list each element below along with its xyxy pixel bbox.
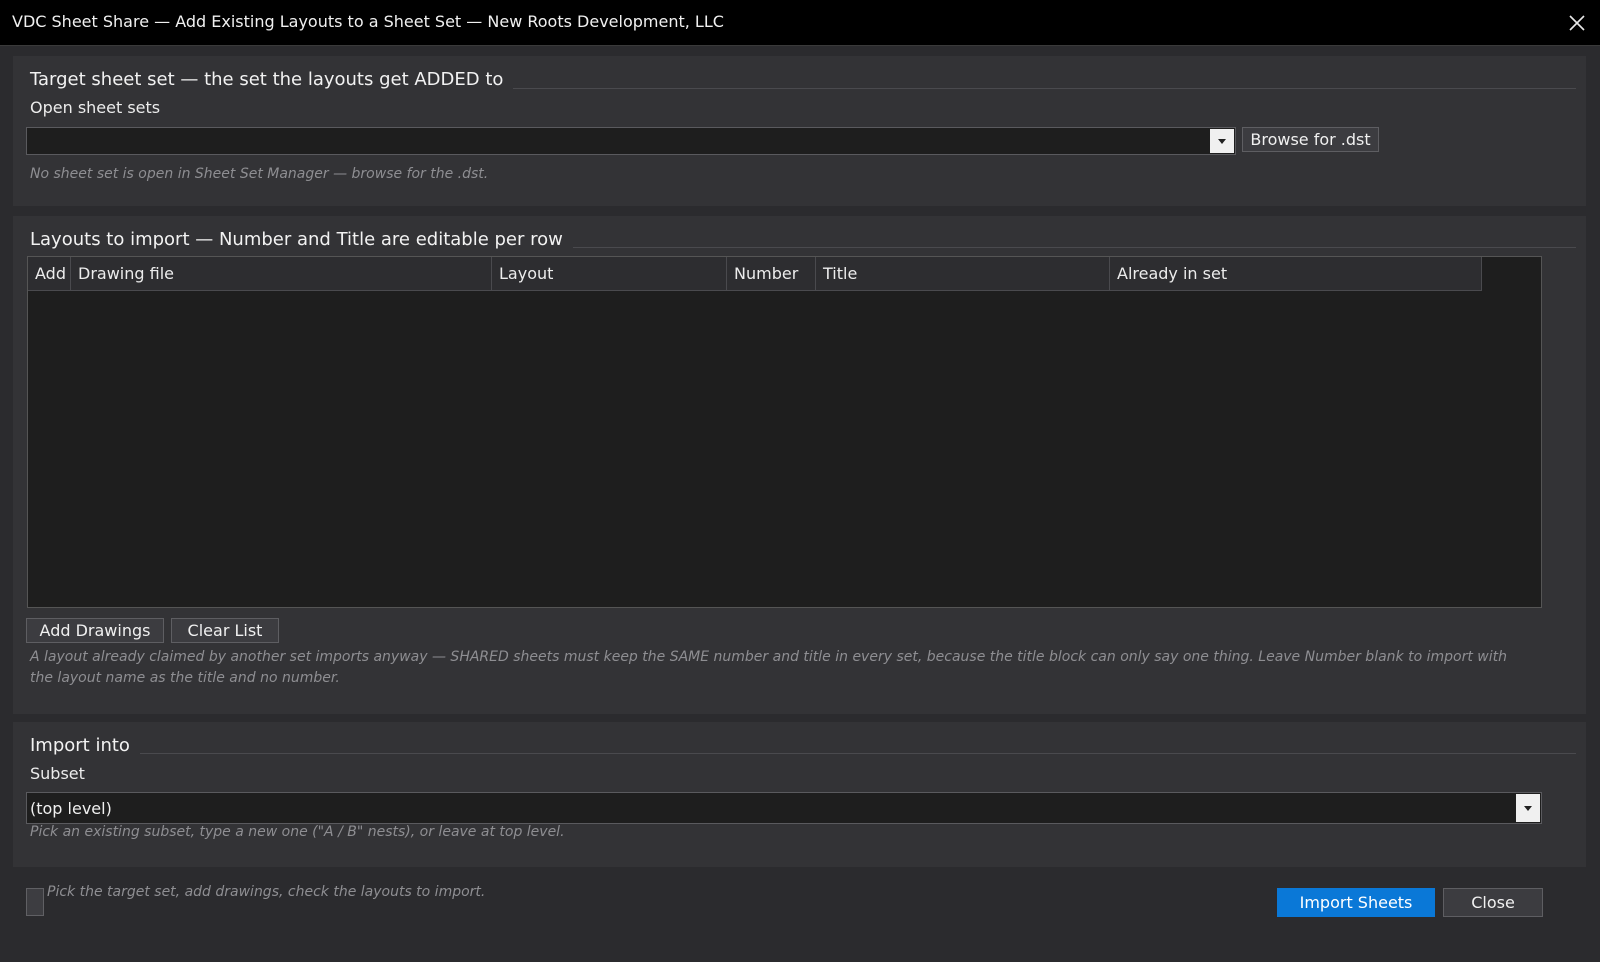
open-sheet-sets-dropdown-button[interactable]: [1210, 129, 1234, 153]
target-section-title: Target sheet set — the set the layouts g…: [30, 69, 514, 90]
add-drawings-button[interactable]: Add Drawings: [26, 618, 164, 643]
subset-dropdown-button[interactable]: [1516, 794, 1540, 822]
import-sheets-button[interactable]: Import Sheets: [1277, 888, 1435, 917]
layouts-grid[interactable]: Add Drawing file Layout Number Title Alr…: [27, 256, 1542, 608]
close-icon: [1569, 14, 1585, 31]
layouts-hint: A layout already claimed by another set …: [30, 649, 1507, 686]
layouts-panel: Layouts to import — Number and Title are…: [13, 216, 1586, 714]
layouts-grid-header: Add Drawing file Layout Number Title Alr…: [28, 257, 1482, 291]
target-sheet-set-panel: Target sheet set — the set the layouts g…: [13, 56, 1586, 206]
section-divider: [563, 247, 1576, 248]
column-header-drawing-file[interactable]: Drawing file: [71, 257, 492, 290]
title-bar: VDC Sheet Share — Add Existing Layouts t…: [0, 0, 1600, 46]
status-text: Pick the target set, add drawings, check…: [47, 884, 486, 900]
window-close-button[interactable]: [1554, 0, 1600, 45]
subset-hint: Pick an existing subset, type a new one …: [30, 824, 565, 840]
open-sheet-sets-combo[interactable]: [26, 127, 1236, 155]
subset-label: Subset: [30, 764, 85, 783]
section-divider: [138, 753, 1576, 754]
column-header-number[interactable]: Number: [727, 257, 816, 290]
column-header-layout[interactable]: Layout: [492, 257, 727, 290]
target-hint: No sheet set is open in Sheet Set Manage…: [30, 166, 489, 182]
column-header-already-in-set[interactable]: Already in set: [1110, 257, 1482, 290]
open-sheet-sets-label: Open sheet sets: [30, 98, 161, 117]
layouts-section-title: Layouts to import — Number and Title are…: [30, 229, 573, 250]
subset-combo[interactable]: (top level): [26, 792, 1542, 824]
import-into-section-title: Import into: [30, 735, 140, 756]
chevron-down-icon: [1524, 805, 1532, 811]
import-into-panel: Import into Subset (top level) Pick an e…: [13, 722, 1586, 867]
chevron-down-icon: [1218, 138, 1226, 144]
column-header-title[interactable]: Title: [816, 257, 1110, 290]
clear-list-button[interactable]: Clear List: [171, 618, 279, 643]
window-title: VDC Sheet Share — Add Existing Layouts t…: [12, 12, 724, 31]
subset-value[interactable]: (top level): [30, 799, 112, 818]
status-indicator: [26, 888, 44, 916]
browse-dst-button[interactable]: Browse for .dst: [1242, 127, 1379, 152]
close-button[interactable]: Close: [1443, 888, 1543, 917]
section-divider: [503, 88, 1576, 89]
column-header-add[interactable]: Add: [28, 257, 71, 290]
